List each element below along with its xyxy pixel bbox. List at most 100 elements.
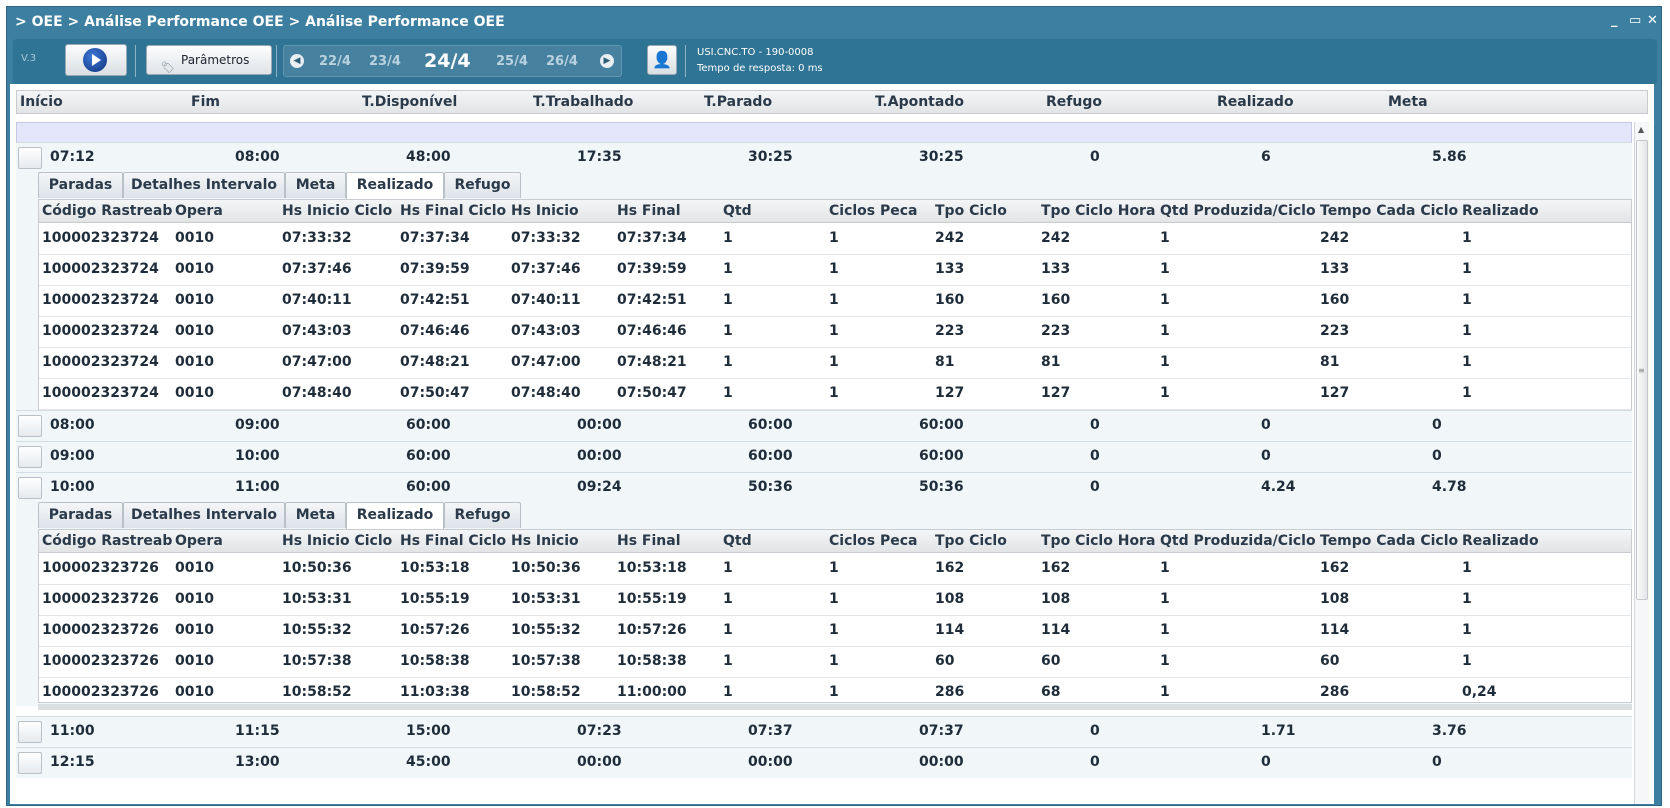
restore-button[interactable]: ▭ [1629, 13, 1641, 28]
detail-col-header[interactable]: Tpo Ciclo [935, 533, 1007, 549]
detail-col-header[interactable]: Tpo Ciclo Hora [1041, 533, 1155, 549]
table-row[interactable]: 100002323724 0010 07:47:00 07:48:21 07:47:00… [39, 347, 1631, 379]
col-header[interactable]: Início [20, 94, 63, 110]
group-row[interactable]: 09:00 10:00 60:00 00:00 60:00 60:00 0 0 0 [16, 441, 1632, 472]
table-row[interactable]: 100002323724 0010 07:48:40 07:50:47 07:48:40… [39, 378, 1631, 410]
date-item[interactable]: 23/4 [369, 54, 401, 69]
tab-refugo[interactable]: Refugo [444, 502, 521, 528]
tab-meta[interactable]: Meta [285, 172, 346, 198]
table-row[interactable]: 100002323726 0010 10:58:52 11:03:38 10:58:52… [39, 677, 1631, 702]
col-header[interactable]: Fim [191, 94, 220, 110]
date-item[interactable]: 26/4 [546, 54, 578, 69]
table-cell: 242 [1320, 230, 1350, 246]
table-row[interactable]: 100002323724 0010 07:43:03 07:46:46 07:43:03… [39, 316, 1631, 348]
tab-paradas[interactable]: Paradas [38, 172, 123, 198]
tab-paradas[interactable]: Paradas [38, 502, 123, 528]
tab-refugo[interactable]: Refugo [444, 172, 521, 198]
tab-meta[interactable]: Meta [285, 502, 346, 528]
expand-icon[interactable] [18, 415, 42, 437]
table-cell: 1 [1462, 230, 1472, 246]
detail-col-header[interactable]: Hs Final [617, 203, 681, 219]
table-cell: 1 [723, 230, 733, 246]
col-header[interactable]: T.Parado [704, 94, 772, 110]
detail-col-header[interactable]: Ciclos Peca [829, 203, 918, 219]
date-item[interactable]: 25/4 [496, 54, 528, 69]
table-row[interactable]: 100002323726 0010 10:57:38 10:58:38 10:57:38… [39, 646, 1631, 678]
detail-col-header[interactable]: Realizado [1462, 533, 1539, 549]
table-cell: 07:47:00 [511, 354, 581, 370]
detail-col-header[interactable]: Código Rastreab [42, 533, 172, 549]
table-cell: 242 [935, 230, 965, 246]
date-item[interactable]: 22/4 [319, 54, 351, 69]
scroll-up-icon[interactable]: ▲ [1638, 125, 1644, 134]
tab-realizado[interactable]: Realizado [346, 172, 444, 199]
detail-col-header[interactable]: Tpo Ciclo Hora [1041, 203, 1155, 219]
detail-col-header[interactable]: Qtd Produzida/Ciclo [1160, 203, 1316, 219]
col-header[interactable]: T.Disponível [362, 94, 457, 110]
detail-col-header[interactable]: Tempo Cada Ciclo [1320, 533, 1458, 549]
detail-col-header[interactable]: Ciclos Peca [829, 533, 918, 549]
detail-col-header[interactable]: Código Rastreab [42, 203, 172, 219]
vertical-scrollbar[interactable]: ▲ ≡ [1634, 122, 1649, 804]
detail-col-header[interactable]: Hs Final Ciclo [400, 203, 506, 219]
group-row[interactable]: 07:12 08:00 48:00 17:35 30:25 30:25 0 6 5.86 [16, 142, 1632, 173]
group-row[interactable]: 08:00 09:00 60:00 00:00 60:00 60:00 0 0 0 [16, 410, 1632, 441]
prev-date-icon[interactable]: ◀ [290, 54, 304, 68]
detail-col-header[interactable]: Hs Inicio [511, 533, 579, 549]
detail-col-header[interactable]: Qtd Produzida/Ciclo [1160, 533, 1316, 549]
group-row[interactable]: 11:00 11:15 15:00 07:23 07:37 07:37 0 1.71 3.76 [16, 716, 1632, 747]
user-button[interactable]: 👤 [647, 45, 677, 75]
next-date-icon[interactable]: ▶ [600, 54, 614, 68]
tab-detalhes-intervalo[interactable]: Detalhes Intervalo [123, 172, 285, 198]
detail-col-header[interactable]: Hs Inicio [511, 203, 579, 219]
table-row[interactable]: 100002323726 0010 10:50:36 10:53:18 10:50:36… [39, 553, 1631, 585]
col-header[interactable]: Refugo [1046, 94, 1102, 110]
play-button[interactable] [65, 44, 127, 76]
detail-col-header[interactable]: Hs Final [617, 533, 681, 549]
group-row[interactable]: 10:00 11:00 60:00 09:24 50:36 50:36 0 4.24 4.78 [16, 472, 1632, 503]
detail-col-header[interactable]: Qtd [723, 533, 752, 549]
close-button[interactable]: ✕ [1647, 13, 1658, 28]
group-cell: 60:00 [406, 417, 451, 433]
detail-col-header[interactable]: Tempo Cada Ciclo [1320, 203, 1458, 219]
group-row[interactable]: 12:15 13:00 45:00 00:00 00:00 00:00 0 0 0 [16, 747, 1632, 778]
tab-realizado[interactable]: Realizado [346, 502, 444, 529]
table-cell: 1 [1462, 385, 1472, 401]
detail-col-header[interactable]: Hs Inicio Ciclo [282, 533, 392, 549]
tab-detalhes-intervalo[interactable]: Detalhes Intervalo [123, 502, 285, 528]
expand-icon[interactable] [18, 721, 42, 743]
group-cell: 00:00 [577, 448, 622, 464]
table-cell: 1 [1462, 560, 1472, 576]
horizontal-scrollbar[interactable] [38, 704, 1632, 710]
table-cell: 10:53:18 [400, 560, 470, 576]
detail-col-header[interactable]: Hs Inicio Ciclo [282, 203, 392, 219]
table-row[interactable]: 100002323724 0010 07:40:11 07:42:51 07:40:11… [39, 285, 1631, 317]
detail-col-header[interactable]: Realizado [1462, 203, 1539, 219]
table-row[interactable]: 100002323726 0010 10:53:31 10:55:19 10:53:31… [39, 584, 1631, 616]
col-header[interactable]: T.Apontado [875, 94, 964, 110]
table-cell: 60 [935, 653, 955, 669]
col-header[interactable]: T.Trabalhado [533, 94, 633, 110]
col-header[interactable]: Realizado [1217, 94, 1294, 110]
group-cell: 4.78 [1432, 479, 1467, 495]
table-row[interactable]: 100002323726 0010 10:55:32 10:57:26 10:55:32… [39, 615, 1631, 647]
col-header[interactable]: Meta [1388, 94, 1428, 110]
collapse-icon[interactable] [18, 477, 42, 499]
group-cell: 12:15 [50, 754, 95, 770]
detail-col-header[interactable]: Tpo Ciclo [935, 203, 1007, 219]
expand-icon[interactable] [18, 752, 42, 774]
detail-col-header[interactable]: Hs Final Ciclo [400, 533, 506, 549]
group-cell: 00:00 [577, 754, 622, 770]
table-row[interactable]: 100002323724 0010 07:37:46 07:39:59 07:37:46… [39, 254, 1631, 286]
parameters-button[interactable]: 🏷 Parâmetros [146, 45, 272, 75]
detail-col-header[interactable]: Opera [175, 533, 223, 549]
collapse-icon[interactable] [18, 147, 42, 169]
minimize-button[interactable]: _ [1611, 13, 1618, 28]
detail-col-header[interactable]: Opera [175, 203, 223, 219]
table-cell: 10:50:36 [511, 560, 581, 576]
current-date[interactable]: 24/4 [424, 50, 471, 72]
detail-col-header[interactable]: Qtd [723, 203, 752, 219]
table-cell: 10:55:32 [511, 622, 581, 638]
table-row[interactable]: 100002323724 0010 07:33:32 07:37:34 07:33:32… [39, 223, 1631, 255]
expand-icon[interactable] [18, 446, 42, 468]
